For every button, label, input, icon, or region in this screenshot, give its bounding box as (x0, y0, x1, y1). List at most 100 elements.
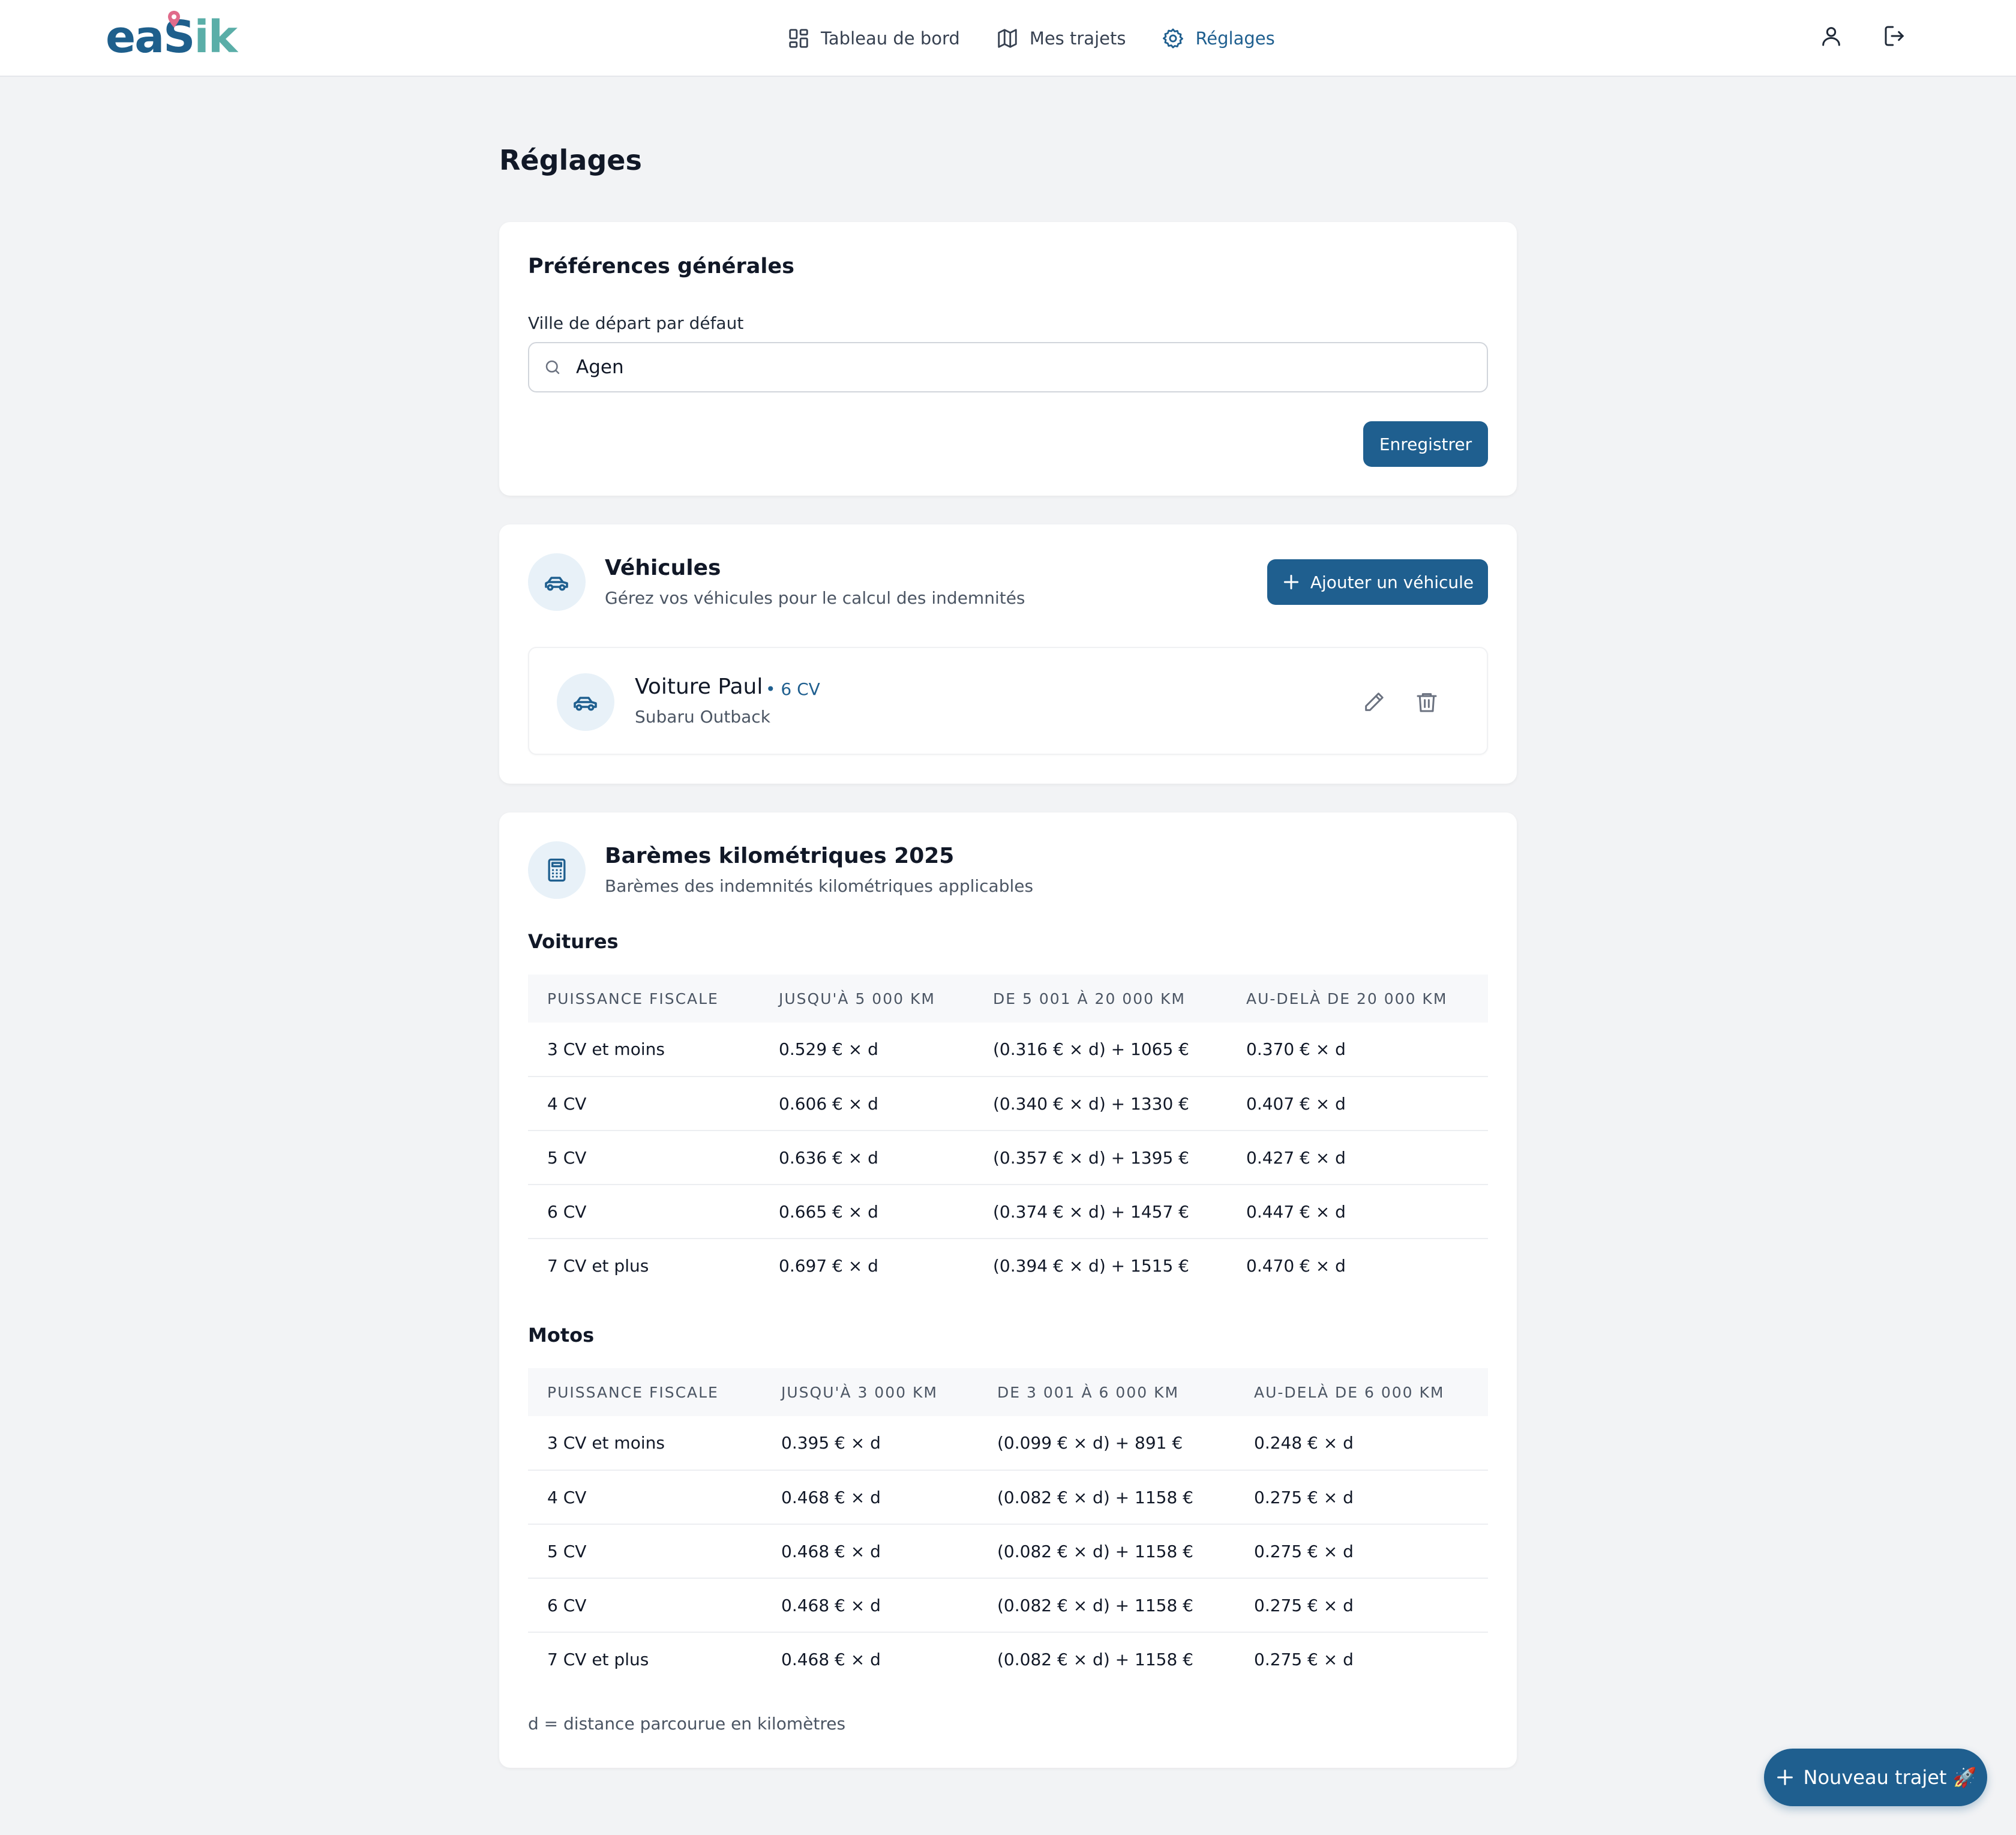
user-icon (1822, 27, 1840, 46)
table-row: 3 CV et moins 0.395 € × d (0.099 € × d) … (528, 1416, 1488, 1471)
table-cell: 0.636 € × d (760, 1131, 974, 1185)
rates-card: Barèmes kilométriques 2025 Barèmes des i… (499, 812, 1517, 1768)
new-trip-button[interactable]: Nouveau trajet 🚀 (1764, 1749, 1987, 1806)
table-cell: 0.447 € × d (1227, 1185, 1488, 1239)
table-cell: (0.316 € × d) + 1065 € (974, 1023, 1227, 1077)
vehicles-icon-badge (528, 553, 586, 611)
rates-icon-badge (528, 841, 586, 899)
location-pin-icon (168, 11, 181, 28)
profile-button[interactable] (1817, 22, 1846, 50)
calculator-icon (548, 858, 566, 882)
table-cell: 0.407 € × d (1227, 1077, 1488, 1131)
car-icon (574, 697, 597, 711)
vehicle-name: Voiture Paul (635, 674, 763, 699)
table-cell: 0.370 € × d (1227, 1023, 1488, 1077)
table-cell: (0.394 € × d) + 1515 € (993, 1256, 1189, 1276)
table-cell: (0.340 € × d) + 1330 € (974, 1077, 1227, 1131)
plus-icon (1777, 1770, 1793, 1785)
table-cell: 5 CV (528, 1524, 762, 1579)
add-vehicle-label: Ajouter un véhicule (1310, 572, 1474, 592)
table-cell: (0.082 € × d) + 1158 € (978, 1470, 1235, 1525)
preferences-title: Préférences générales (528, 254, 794, 278)
motos-rates-table: PUISSANCE FISCALE JUSQU'À 3 000 KM DE 3 … (528, 1368, 1488, 1686)
table-cell: 0.275 € × d (1254, 1650, 1354, 1669)
logout-icon (1885, 26, 1904, 46)
table-cell: 4 CV (528, 1470, 762, 1525)
page-title: Réglages (499, 144, 642, 176)
table-row: 4 CV 0.606 € × d (0.340 € × d) + 1330 € … (528, 1077, 1488, 1131)
search-icon (545, 360, 560, 374)
nav-label-dashboard: Tableau de bord (821, 28, 960, 49)
header-actions (1817, 22, 1909, 50)
table-row: 4 CV 0.468 € × d (0.082 € × d) + 1158 € … (528, 1470, 1488, 1525)
table-cell: (0.082 € × d) + 1158 € (997, 1650, 1193, 1669)
table-cell: 6 CV (528, 1578, 762, 1633)
top-navbar: ea S ik Tableau de bord Mes trajets Régl… (0, 0, 2016, 77)
table-cell: 0.275 € × d (1235, 1470, 1488, 1525)
table-cell: 0.606 € × d (760, 1077, 974, 1131)
table-cell: (0.082 € × d) + 1158 € (978, 1578, 1235, 1633)
vehicle-item[interactable]: Voiture Paul • 6 CV Subaru Outback (528, 647, 1488, 755)
table-cell: 0.248 € × d (1235, 1416, 1488, 1471)
table-cell: 3 CV et moins (528, 1416, 762, 1471)
new-trip-label: Nouveau trajet 🚀 (1803, 1766, 1977, 1789)
logo-text-part1: ea (106, 11, 164, 63)
nav-item-trips[interactable]: Mes trajets (996, 27, 1126, 50)
gear-icon (1163, 28, 1184, 49)
map-icon (998, 29, 1017, 48)
cars-rates-table: PUISSANCE FISCALE JUSQU'À 5 000 KM DE 5 … (528, 975, 1488, 1293)
table-cell: 0.468 € × d (762, 1578, 978, 1633)
table-cell: 4 CV (528, 1077, 760, 1131)
rates-title: Barèmes kilométriques 2025 (605, 844, 955, 868)
nav-label-settings: Réglages (1195, 28, 1275, 49)
table-row: 6 CV 0.468 € × d (0.082 € × d) + 1158 € … (528, 1578, 1488, 1633)
city-search-input[interactable] (576, 356, 1452, 378)
table-cell: 0.427 € × d (1227, 1131, 1488, 1185)
vehicle-model: Subaru Outback (635, 707, 770, 727)
table-row: 7 CV et plus 0.468 € × d (0.082 € × d) +… (528, 1632, 1488, 1686)
table-cell: (0.357 € × d) + 1395 € (974, 1131, 1227, 1185)
table-cell: 0.468 € × d (762, 1524, 978, 1579)
rates-subtitle: Barèmes des indemnités kilométriques app… (605, 876, 1034, 896)
vehicles-subtitle: Gérez vos véhicules pour le calcul des i… (605, 588, 1025, 608)
trash-icon (1417, 693, 1437, 712)
table-cell: 0.697 € × d (779, 1256, 878, 1276)
table-cell: (0.099 € × d) + 891 € (978, 1416, 1235, 1471)
nav-item-settings[interactable]: Réglages (1162, 27, 1275, 50)
main-nav: Tableau de bord Mes trajets Réglages (787, 20, 1275, 56)
table-header-cell: JUSQU'À 5 000 KM (760, 975, 974, 1023)
edit-vehicle-button[interactable] (1358, 686, 1390, 718)
logout-button[interactable] (1880, 22, 1909, 50)
city-search-field (528, 342, 1488, 392)
cars-section-label: Voitures (528, 930, 619, 953)
table-header-cell: DE 3 001 À 6 000 KM (978, 1368, 1235, 1416)
app-logo[interactable]: ea S ik (106, 11, 238, 63)
add-vehicle-button[interactable]: Ajouter un véhicule (1267, 559, 1488, 605)
table-header-row: PUISSANCE FISCALE JUSQU'À 3 000 KM DE 3 … (528, 1368, 1488, 1416)
table-cell: 0.529 € × d (760, 1023, 974, 1077)
motos-section-label: Motos (528, 1324, 595, 1347)
nav-label-trips: Mes trajets (1029, 28, 1126, 49)
table-cell: 7 CV et plus (547, 1650, 649, 1669)
delete-vehicle-button[interactable] (1411, 686, 1442, 718)
vehicles-card: Véhicules Gérez vos véhicules pour le ca… (499, 524, 1517, 784)
table-cell: (0.082 € × d) + 1158 € (978, 1524, 1235, 1579)
table-cell: 0.468 € × d (781, 1650, 881, 1669)
pencil-icon (1365, 692, 1384, 711)
nav-item-dashboard[interactable]: Tableau de bord (787, 27, 960, 50)
table-cell: 0.275 € × d (1235, 1578, 1488, 1633)
table-cell: 3 CV et moins (528, 1023, 760, 1077)
vehicle-icon-badge (557, 673, 614, 731)
table-row: 5 CV 0.636 € × d (0.357 € × d) + 1395 € … (528, 1131, 1488, 1185)
rates-footnote: d = distance parcourue en kilomètres (528, 1714, 846, 1734)
logo-text-part3: ik (194, 11, 238, 63)
table-cell: 0.665 € × d (760, 1185, 974, 1239)
table-cell: 5 CV (528, 1131, 760, 1185)
table-row: 7 CV et plus 0.697 € × d (0.394 € × d) +… (528, 1239, 1488, 1293)
table-cell: 0.468 € × d (762, 1470, 978, 1525)
save-button[interactable]: Enregistrer (1363, 421, 1488, 467)
vehicles-title: Véhicules (605, 556, 721, 580)
preferences-card: Préférences générales Ville de départ pa… (499, 222, 1517, 496)
table-header-cell: PUISSANCE FISCALE (528, 1368, 762, 1416)
table-header-cell: AU-DELÀ DE 20 000 KM (1227, 975, 1488, 1023)
